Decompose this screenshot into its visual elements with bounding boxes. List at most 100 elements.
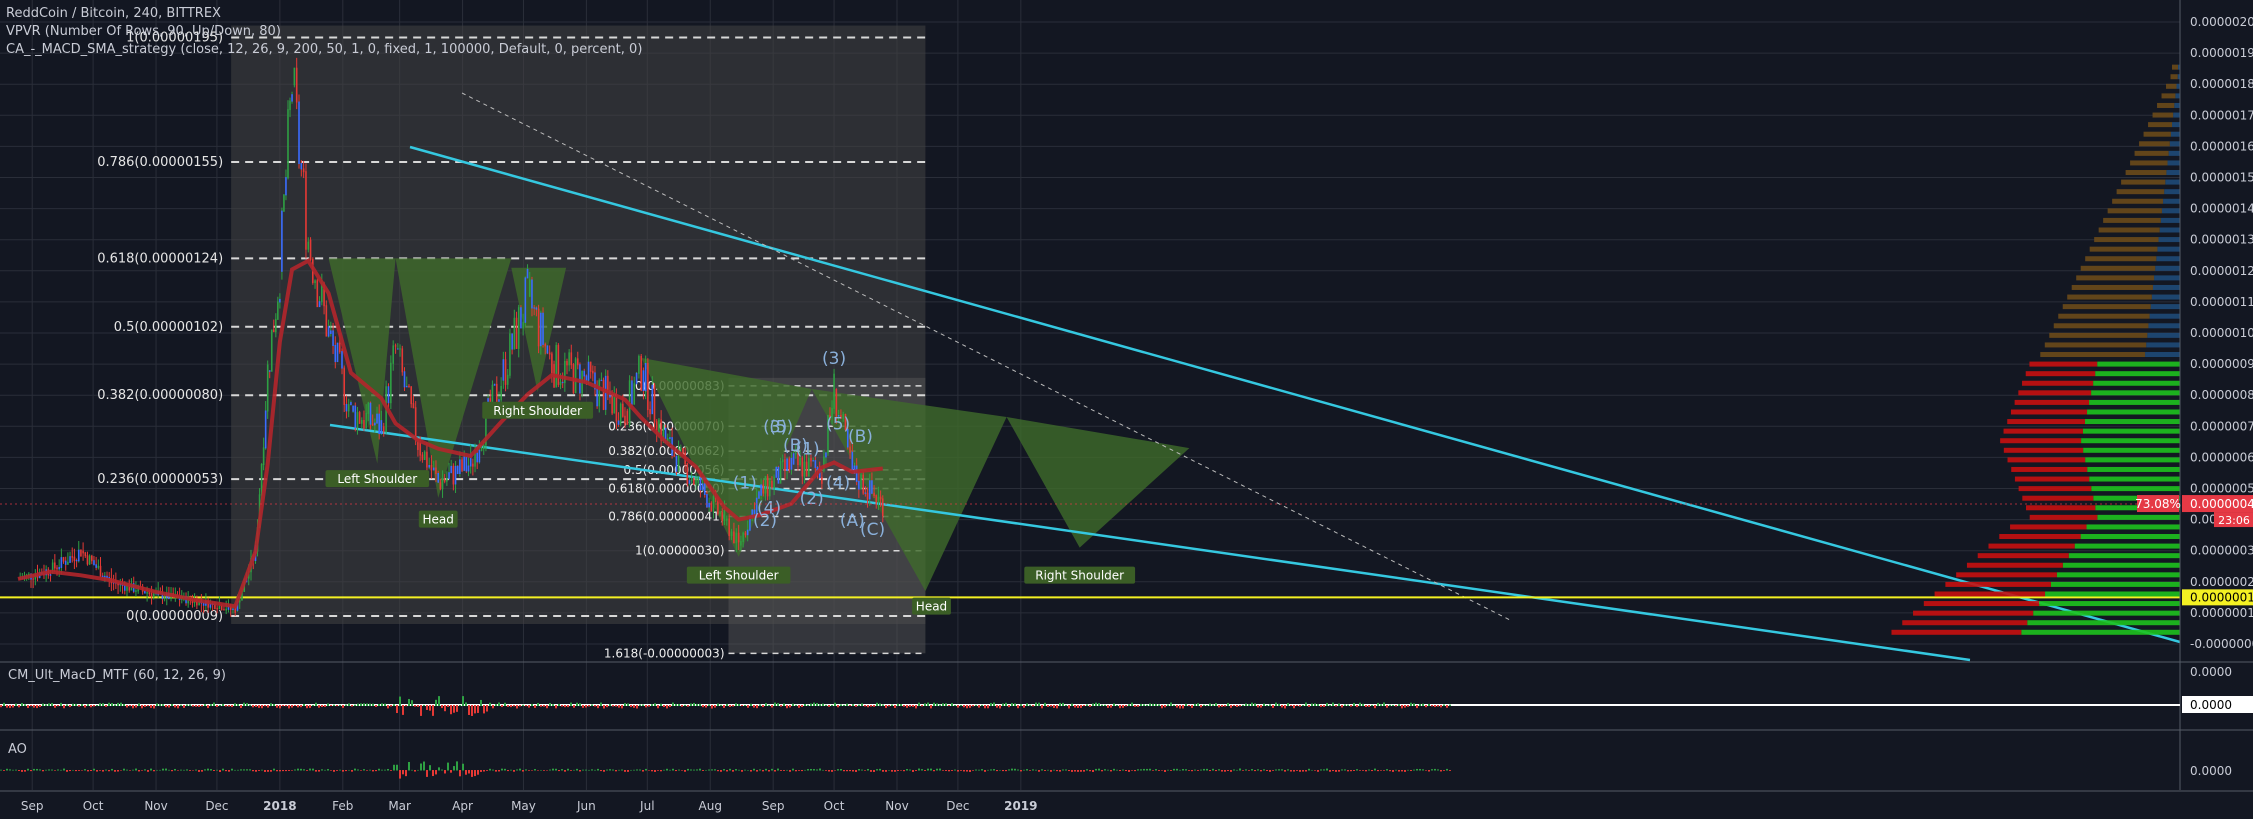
vpvr-bar-down [2107, 208, 2162, 214]
vpvr-bar-up [2083, 447, 2180, 453]
ao-bar [540, 769, 542, 771]
macd-bar [609, 703, 611, 706]
macd-bar [1122, 705, 1124, 708]
ao-bar [597, 768, 599, 771]
macd-bar [1173, 704, 1175, 706]
ao-bar [981, 769, 983, 771]
macd-bar [1344, 704, 1346, 706]
ao-bar [927, 768, 929, 771]
fib-level-label: 0.5(0.00000102) [114, 320, 223, 335]
macd-bar [87, 704, 89, 706]
ao-bar [123, 768, 125, 771]
macd-bar [168, 705, 170, 708]
macd-bar [1440, 705, 1442, 708]
macd-bar [366, 703, 368, 706]
ao-bar [942, 770, 944, 771]
ao-bar [681, 770, 683, 771]
chart-screenshot: 1(0.00000195) 0.786(0.00000155) 0.618(0.00… [0, 0, 2253, 819]
macd-bar [1161, 705, 1163, 709]
macd-bar [933, 702, 935, 706]
ao-bar [549, 769, 551, 771]
ao-bar [132, 769, 134, 771]
ao-bar [1233, 769, 1235, 771]
ao-bar [273, 768, 275, 771]
ao-bar [420, 763, 422, 771]
vpvr-bar-up [2166, 170, 2180, 176]
ao-pane-title[interactable]: AO [8, 742, 27, 757]
vpvr-bar-up [2062, 562, 2180, 568]
ao-bar [489, 768, 491, 771]
time-axis-label: Jul [639, 799, 654, 813]
candlestick-chart[interactable]: 1(0.00000195)0.786(0.00000155)0.618(0.00… [0, 0, 2253, 819]
macd-bar [888, 705, 890, 707]
strategy-indicator-label[interactable]: CA_-_MACD_SMA_strategy (close, 12, 26, 9… [6, 42, 642, 57]
ao-bar [390, 770, 392, 771]
macd-bar [312, 704, 314, 706]
ao-bar [1053, 769, 1055, 771]
ao-bar [1326, 768, 1328, 771]
macd-bar [426, 705, 428, 710]
macd-bar [1002, 703, 1004, 706]
ao-bar [195, 769, 197, 771]
ao-bar [579, 770, 581, 772]
macd-bar [903, 705, 905, 707]
ao-bar [798, 770, 800, 771]
ao-bar [129, 770, 131, 771]
vpvr-indicator-label[interactable]: VPVR (Number Of Rows, 90, Up/Down, 80) [6, 24, 281, 39]
ao-bar [246, 769, 248, 771]
macd-bar [1419, 703, 1421, 706]
support-tag: 0.00000015 [2190, 590, 2253, 604]
ao-bar [1011, 768, 1013, 771]
price-axis-label: 0.00000110 [2190, 295, 2253, 309]
ao-bar [1080, 770, 1082, 772]
macd-pane-title[interactable]: CM_Ult_MacD_MTF (60, 12, 26, 9) [8, 668, 226, 683]
ao-bar [747, 769, 749, 771]
ao-bar [963, 770, 965, 772]
vpvr-bar-down [1977, 553, 2069, 559]
macd-bar [1164, 705, 1166, 708]
ao-bar [180, 769, 182, 771]
macd-bar [1395, 705, 1397, 707]
ao-bar [969, 770, 971, 772]
ao-bar [918, 768, 920, 771]
macd-bar [1251, 702, 1253, 706]
ao-bar [732, 770, 734, 772]
macd-bar [813, 702, 815, 706]
macd-bar [849, 705, 851, 707]
ao-bar [309, 768, 311, 771]
vpvr-bar-down [2014, 476, 2090, 482]
macd-bar [54, 705, 56, 708]
ao-bar [63, 768, 65, 771]
symbol-title[interactable]: ReddCoin / Bitcoin, 240, BITTREX [6, 6, 221, 21]
vpvr-bar-down [2025, 371, 2096, 377]
macd-bar [594, 705, 596, 707]
macd-bar [447, 705, 449, 707]
price-axis-label: 0.00000080 [2190, 388, 2253, 402]
wave-label: (4) [826, 474, 850, 494]
ao-bar [486, 770, 488, 771]
ao-bar [1020, 770, 1022, 772]
vpvr-bar-down [2010, 409, 2088, 415]
macd-bar [1155, 703, 1157, 706]
ao-bar [609, 769, 611, 771]
pattern-label: Head [423, 513, 454, 527]
ao-bar [1167, 769, 1169, 771]
macd-bar [186, 704, 188, 706]
macd-bar [939, 704, 941, 706]
ao-bar [1368, 769, 1370, 771]
macd-bar [816, 703, 818, 706]
macd-bar [1260, 705, 1262, 708]
vpvr-bar-down [2089, 246, 2158, 252]
macd-bar [1125, 705, 1127, 707]
ao-bar [399, 770, 401, 779]
ao-bar [1320, 769, 1322, 771]
macd-bar [1227, 702, 1229, 706]
macd-bar [1299, 705, 1301, 707]
macd-bar [930, 705, 932, 709]
macd-bar [1140, 703, 1142, 706]
macd-bar [846, 703, 848, 706]
ao-bar [498, 770, 500, 772]
ao-bar [1110, 770, 1112, 772]
vpvr-bar-down [1988, 543, 2075, 549]
ao-bar [780, 770, 782, 771]
